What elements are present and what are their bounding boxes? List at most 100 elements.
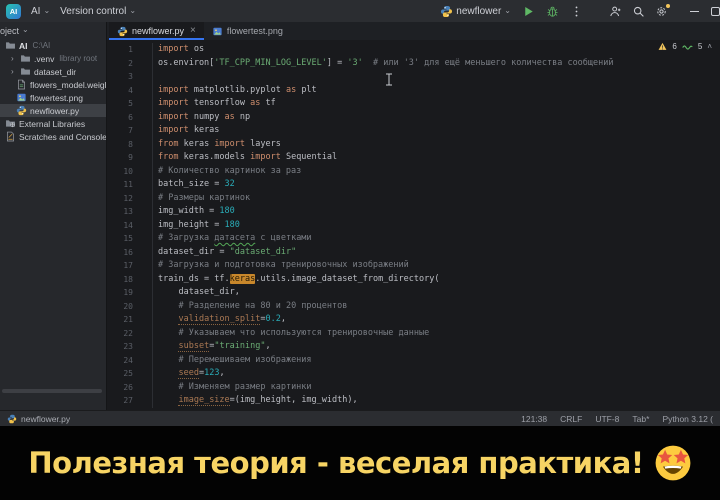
chevron-down-icon: ⌄	[43, 6, 50, 15]
folder-icon	[5, 40, 16, 51]
code-line[interactable]: 6import numpy as np	[107, 111, 720, 125]
tab-flowertest-png[interactable]: flowertest.png	[204, 22, 291, 40]
code-text: batch_size = 32	[153, 178, 235, 192]
tree-item-flowertest-png[interactable]: flowertest.png	[0, 91, 106, 104]
code-line[interactable]: 21 validation_split=0.2,	[107, 313, 720, 327]
project-selector[interactable]: AI ⌄	[31, 6, 50, 17]
code-line[interactable]: 10# Количество картинок за раз	[107, 165, 720, 179]
tree-item-external-libraries[interactable]: External Libraries	[0, 117, 106, 130]
main-toolbar: AI AI ⌄ Version control ⌄ newflower ⌄	[0, 0, 720, 22]
code-lines: 1import os2os.environ['TF_CPP_MIN_LOG_LE…	[107, 43, 720, 408]
code-text: img_width = 180	[153, 205, 235, 219]
code-line[interactable]: 13img_width = 180	[107, 205, 720, 219]
code-text: # Разделение на 80 и 20 процентов	[153, 300, 347, 314]
tree-item-scratches-and-consoles[interactable]: Scratches and Consoles	[0, 130, 106, 143]
code-line[interactable]: 14img_height = 180	[107, 219, 720, 233]
code-line[interactable]: 11batch_size = 32	[107, 178, 720, 192]
tree-item-label: External Libraries	[19, 119, 85, 129]
code-line[interactable]: 23 subset="training",	[107, 340, 720, 354]
run-button[interactable]	[522, 5, 535, 18]
line-number: 8	[107, 138, 153, 152]
python-icon	[7, 414, 17, 424]
code-line[interactable]: 4import matplotlib.pyplot as plt	[107, 84, 720, 98]
code-line[interactable]: 9from keras.models import Sequential	[107, 151, 720, 165]
code-line[interactable]: 18train_ds = tf.keras.utils.image_datase…	[107, 273, 720, 287]
project-selector-label: AI	[31, 6, 40, 17]
tree-item-flowers-model-weights-h5[interactable]: flowers_model.weights.h5	[0, 78, 106, 91]
code-text: import matplotlib.pyplot as plt	[153, 84, 317, 98]
code-line[interactable]: 3	[107, 70, 720, 84]
more-actions-button[interactable]	[570, 5, 583, 18]
app-logo[interactable]: AI	[6, 4, 21, 19]
run-widget: newflower ⌄	[440, 5, 583, 18]
status-current-file[interactable]: newflower.py	[7, 414, 70, 424]
code-line[interactable]: 1import os	[107, 43, 720, 57]
warning-count: 6	[672, 42, 676, 51]
code-with-me-users-button[interactable]	[609, 5, 622, 18]
tree-item-ai[interactable]: AIC:\AI	[0, 39, 106, 52]
tree-item--venv[interactable]: ›.venvlibrary root	[0, 52, 106, 65]
caption-band: Полезная теория - веселая практика!	[0, 426, 720, 500]
code-line[interactable]: 2os.environ['TF_CPP_MIN_LOG_LEVEL'] = '3…	[107, 57, 720, 71]
code-line[interactable]: 7import keras	[107, 124, 720, 138]
image-icon	[212, 26, 223, 37]
horizontal-scrollbar[interactable]	[2, 389, 102, 393]
code-line[interactable]: 22 # Указываем что используются трениров…	[107, 327, 720, 341]
line-number: 20	[107, 300, 153, 314]
code-line[interactable]: 15# Загрузка датасета с цветками	[107, 232, 720, 246]
code-text: seed=123,	[153, 367, 225, 381]
code-line[interactable]: 16dataset_dir = "dataset_dir"	[107, 246, 720, 260]
scratches-icon	[5, 131, 16, 142]
status-widgets: 121:38 CRLF UTF-8 Tab* Python 3.12 (	[521, 414, 713, 424]
line-number: 3	[107, 70, 153, 84]
status-item[interactable]: Python 3.12 (	[662, 414, 713, 424]
run-configuration-selector[interactable]: newflower ⌄	[440, 5, 511, 18]
line-number: 18	[107, 273, 153, 287]
tree-item-label: newflower.py	[30, 106, 79, 116]
status-item[interactable]: 121:38	[521, 414, 547, 424]
code-line[interactable]: 5import tensorflow as tf	[107, 97, 720, 111]
code-line[interactable]: 25 seed=123,	[107, 367, 720, 381]
tab-newflower-py[interactable]: newflower.py×	[109, 22, 204, 40]
code-line[interactable]: 24 # Перемешиваем изображения	[107, 354, 720, 368]
code-line[interactable]: 12# Размеры картинок	[107, 192, 720, 206]
code-editor[interactable]: 1import os2os.environ['TF_CPP_MIN_LOG_LE…	[107, 40, 720, 410]
settings-notification-dot	[666, 4, 670, 8]
settings-button[interactable]	[655, 5, 668, 18]
code-line[interactable]: 17# Загрузка и подготовка тренировочных …	[107, 259, 720, 273]
tree-item-label: .venv	[34, 54, 54, 64]
tab-bar: newflower.py×flowertest.png	[107, 22, 720, 40]
python-icon	[16, 105, 27, 116]
search-everywhere-button[interactable]	[632, 5, 645, 18]
code-text: # Перемешиваем изображения	[153, 354, 312, 368]
code-line[interactable]: 26 # Изменяем размер картинки	[107, 381, 720, 395]
status-item[interactable]: CRLF	[560, 414, 582, 424]
code-line[interactable]: 19 dataset_dir,	[107, 286, 720, 300]
typo-count: 5	[698, 42, 702, 51]
code-line[interactable]: 20 # Разделение на 80 и 20 процентов	[107, 300, 720, 314]
line-number: 10	[107, 165, 153, 179]
tree-item-dataset-dir[interactable]: ›dataset_dir	[0, 65, 106, 78]
code-line[interactable]: 27 image_size=(img_height, img_width),	[107, 394, 720, 408]
project-panel: Project ⌄ AIC:\AI›.venvlibrary root›data…	[0, 22, 107, 410]
inspections-widget[interactable]: 6 5 ˄	[658, 42, 712, 51]
code-line[interactable]: 8from keras import layers	[107, 138, 720, 152]
status-item[interactable]: UTF-8	[595, 414, 619, 424]
star-struck-emoji	[654, 444, 692, 482]
code-text: validation_split=0.2,	[153, 313, 286, 327]
line-number: 7	[107, 124, 153, 138]
project-panel-title: Project	[0, 26, 19, 36]
version-control-menu[interactable]: Version control ⌄	[60, 6, 136, 17]
maximize-button[interactable]	[711, 7, 720, 16]
tree-item-label: AI	[19, 41, 28, 51]
status-item[interactable]: Tab*	[632, 414, 649, 424]
code-text: from keras.models import Sequential	[153, 151, 337, 165]
minimize-button[interactable]	[690, 11, 699, 12]
line-number: 2	[107, 57, 153, 71]
code-text: # Загрузка и подготовка тренировочных из…	[153, 259, 409, 273]
debug-button[interactable]	[546, 5, 559, 18]
project-panel-header[interactable]: Project ⌄	[0, 22, 106, 39]
close-icon[interactable]: ×	[190, 26, 196, 36]
tree-item-newflower-py[interactable]: newflower.py	[0, 104, 106, 117]
tree-item-label: flowers_model.weights.h5	[30, 80, 106, 90]
